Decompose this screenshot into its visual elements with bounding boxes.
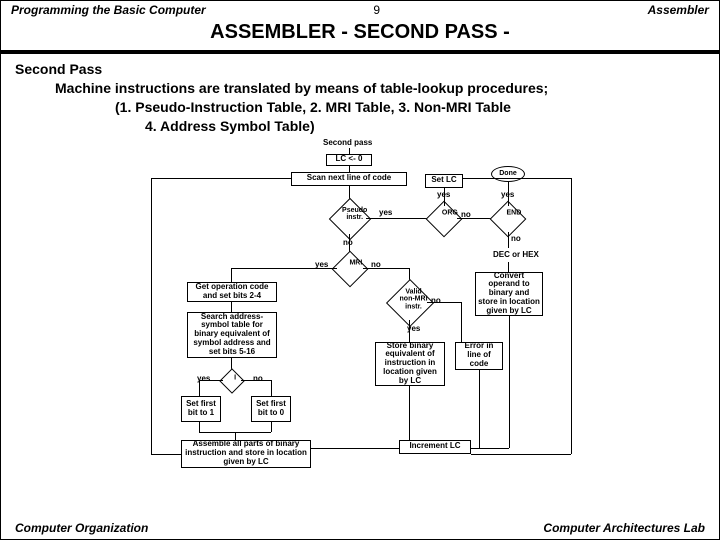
page-number: 9 <box>373 3 380 17</box>
done-ellipse: Done <box>491 166 525 182</box>
page-header: Programming the Basic Computer 9 Assembl… <box>1 1 719 19</box>
page-footer: Computer Organization Computer Architect… <box>1 521 719 535</box>
subtitle-l3: (1. Pseudo-Instruction Table, 2. MRI Tab… <box>15 98 705 117</box>
setlc-box: Set LC <box>425 174 463 188</box>
header-left: Programming the Basic Computer <box>11 3 206 17</box>
getop-box: Get operation code and set bits 2-4 <box>187 282 277 302</box>
footer-left: Computer Organization <box>15 521 148 535</box>
no-1: no <box>343 238 353 247</box>
no-3: no <box>511 234 521 243</box>
mri-diamond: MRI <box>332 250 369 287</box>
inc-box: Increment LC <box>399 440 471 454</box>
storebin-box: Store binary equivalent of instruction i… <box>375 342 445 386</box>
assemble-box: Assemble all parts of binary instruction… <box>181 440 311 468</box>
yes-1: yes <box>379 208 392 217</box>
flowchart: Second pass LC <- 0 Scan next line of co… <box>1 138 719 478</box>
validnon-diamond: Valid non-MRI instr. <box>386 279 434 327</box>
error-box: Error in line of code <box>455 342 503 370</box>
convert-box: Convert operand to binary and store in l… <box>475 272 543 316</box>
search-box: Search address-symbol table for binary e… <box>187 312 277 358</box>
pseudo-diamond: Pseudo instr. <box>329 197 371 239</box>
setbit0-box: Set first bit to 0 <box>251 396 291 422</box>
start-label: Second pass <box>323 138 372 147</box>
subtitle-l2: Machine instructions are translated by m… <box>15 79 705 98</box>
no-5: no <box>431 296 441 305</box>
scan-box: Scan next line of code <box>291 172 407 186</box>
lc-init-box: LC <- 0 <box>326 154 372 166</box>
no-6: no <box>253 374 263 383</box>
org-diamond: ORG <box>426 200 463 237</box>
subtitle-l4: 4. Address Symbol Table) <box>15 117 705 136</box>
page-title: ASSEMBLER - SECOND PASS - <box>1 19 719 54</box>
subtitle: Second Pass Machine instructions are tra… <box>1 54 719 138</box>
footer-right: Computer Architectures Lab <box>543 521 705 535</box>
subtitle-l1: Second Pass <box>15 61 102 77</box>
setbit1-box: Set first bit to 1 <box>181 396 221 422</box>
dechex-label: DEC or HEX <box>493 250 539 259</box>
i-diamond: I <box>219 368 244 393</box>
header-right: Assembler <box>648 3 709 17</box>
